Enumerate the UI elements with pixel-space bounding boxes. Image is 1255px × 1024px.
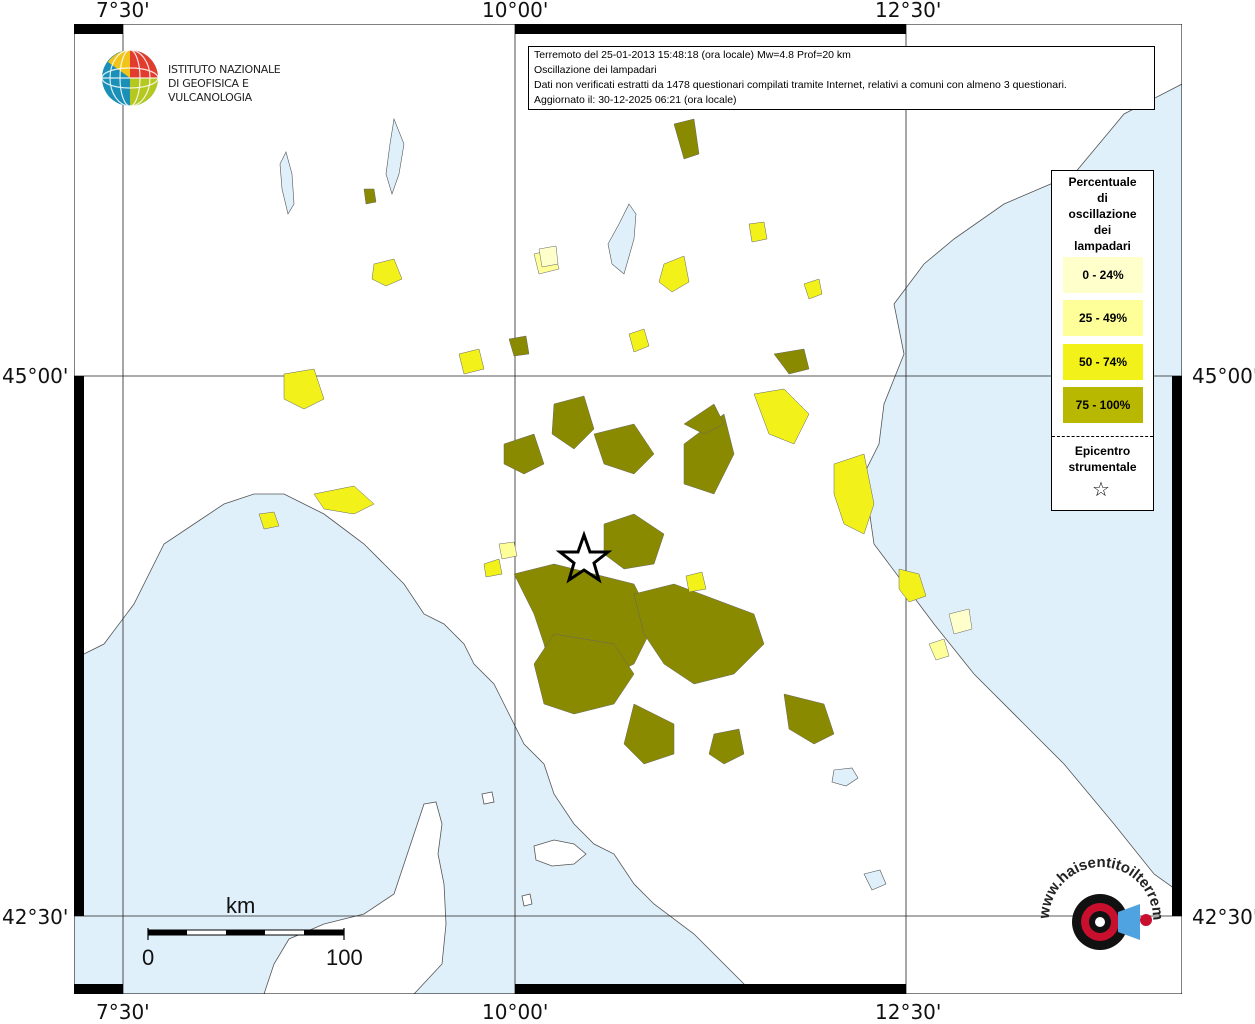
legend-title-line: di — [1097, 191, 1108, 205]
lon-label-top-2: 10°00' — [482, 0, 549, 22]
lon-label-bottom-2: 10°00' — [482, 1000, 549, 1024]
scale-unit-label: km — [226, 893, 256, 918]
legend-epicenter-line: strumentale — [1068, 460, 1137, 474]
event-info-line2: Oscillazione dei lampadari — [534, 64, 657, 76]
island-giglio — [521, 893, 533, 907]
legend-epicenter-line: Epicentro — [1074, 444, 1131, 458]
map-canvas[interactable] — [74, 24, 1182, 994]
event-info-box: Terremoto del 25-01-2013 15:48:18 (ora l… — [528, 46, 1155, 110]
legend-title: Percentuale di oscillazione dei lampadar… — [1052, 174, 1153, 254]
lat-label-left-1: 45°00' — [2, 364, 69, 388]
patch-0-milano — [538, 245, 559, 268]
lon-label-top-1: 7°30' — [96, 0, 150, 22]
patch-50-veneto2 — [748, 221, 768, 243]
legend-separator — [1052, 436, 1153, 437]
ingv-logo: ISTITUTO NAZIONALE DI GEOFISICA E VULCAN… — [100, 48, 320, 110]
globe-icon — [101, 49, 159, 107]
lon-label-bottom-3: 12°30' — [875, 1000, 942, 1024]
legend-star-icon: ☆ — [1092, 479, 1110, 501]
island-capraia — [481, 791, 495, 805]
lon-label-top-3: 12°30' — [875, 0, 942, 22]
logo-text-line1: ISTITUTO NAZIONALE — [168, 63, 281, 76]
legend-title-line: oscillazione — [1068, 207, 1137, 221]
patch-75-como — [363, 188, 377, 205]
legend-title-line: lampadari — [1074, 239, 1131, 253]
event-info-line4: Aggiornato il: 30-12-2025 06:21 (ora loc… — [534, 94, 737, 106]
legend-class-0: 0 - 24% — [1063, 257, 1143, 293]
map-legend: Percentuale di oscillazione dei lampadar… — [1051, 170, 1154, 511]
scale-end-label: 100 — [326, 945, 363, 970]
legend-class-75: 75 - 100% — [1063, 387, 1143, 423]
patch-25-lunigiana — [498, 541, 518, 560]
haisentito-logo: www.haisentitoilterremoto.it — [1040, 858, 1162, 950]
lat-label-right-1: 45°00' — [1192, 364, 1255, 388]
legend-epicenter-title: Epicentro strumentale — [1052, 443, 1153, 475]
event-info-line3: Dati non verificati estratti da 1478 que… — [534, 79, 1067, 91]
logo-text-line2: DI GEOFISICA E VULCANOLOGIA — [168, 77, 252, 104]
lon-label-bottom-1: 7°30' — [96, 1000, 150, 1024]
lat-label-right-2: 42°30' — [1192, 905, 1255, 929]
event-info-line1: Terremoto del 25-01-2013 15:48:18 (ora l… — [534, 49, 851, 61]
scale-start-label: 0 — [142, 945, 155, 970]
legend-title-line: dei — [1093, 223, 1112, 237]
legend-class-25: 25 - 49% — [1063, 300, 1143, 336]
lat-label-left-2: 42°30' — [2, 905, 69, 929]
legend-class-50: 50 - 74% — [1063, 344, 1143, 380]
legend-title-line: Percentuale — [1068, 175, 1137, 189]
